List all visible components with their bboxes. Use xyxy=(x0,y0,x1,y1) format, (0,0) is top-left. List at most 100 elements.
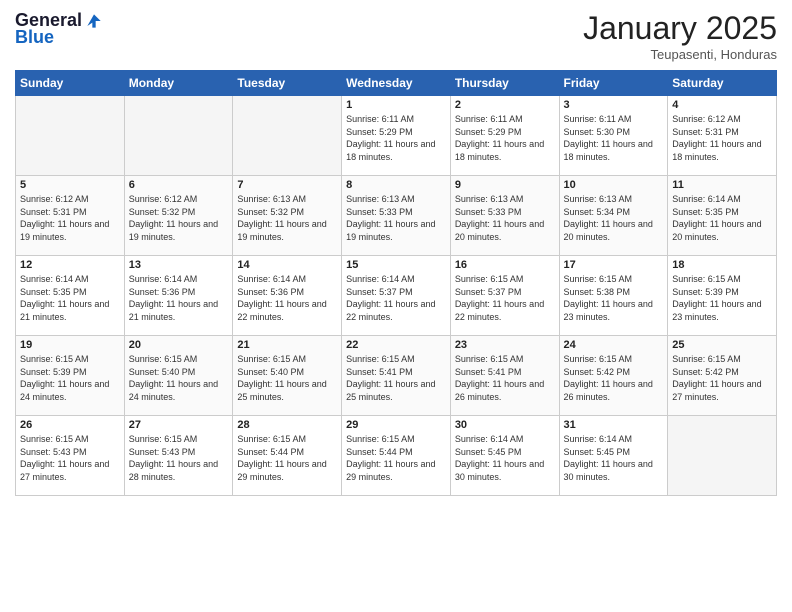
day-info: Sunrise: 6:11 AMSunset: 5:29 PMDaylight:… xyxy=(346,113,446,163)
day-number: 3 xyxy=(564,99,664,111)
day-number: 13 xyxy=(129,259,229,271)
day-number: 12 xyxy=(20,259,120,271)
day-cell: 9 Sunrise: 6:13 AMSunset: 5:33 PMDaylight… xyxy=(450,176,559,256)
day-number: 4 xyxy=(672,99,772,111)
day-info: Sunrise: 6:13 AMSunset: 5:33 PMDaylight:… xyxy=(346,193,446,243)
day-info: Sunrise: 6:11 AMSunset: 5:30 PMDaylight:… xyxy=(564,113,664,163)
week-row-5: 26 Sunrise: 6:15 AMSunset: 5:43 PMDayligh… xyxy=(16,416,777,496)
day-number: 14 xyxy=(237,259,337,271)
day-info: Sunrise: 6:14 AMSunset: 5:36 PMDaylight:… xyxy=(129,273,229,323)
day-cell: 8 Sunrise: 6:13 AMSunset: 5:33 PMDaylight… xyxy=(342,176,451,256)
day-cell: 3 Sunrise: 6:11 AMSunset: 5:30 PMDaylight… xyxy=(559,96,668,176)
day-cell: 24 Sunrise: 6:15 AMSunset: 5:42 PMDayligh… xyxy=(559,336,668,416)
logo-icon xyxy=(84,11,104,31)
day-info: Sunrise: 6:14 AMSunset: 5:35 PMDaylight:… xyxy=(672,193,772,243)
day-cell: 19Sunrise: 6:15 AMSunset: 5:39 PMDayligh… xyxy=(16,336,125,416)
day-cell: 31Sunrise: 6:14 AMSunset: 5:45 PMDayligh… xyxy=(559,416,668,496)
day-cell: 29 Sunrise: 6:15 AMSunset: 5:44 PMDayligh… xyxy=(342,416,451,496)
day-info: Sunrise: 6:12 AMSunset: 5:32 PMDaylight:… xyxy=(129,193,229,243)
day-number: 10 xyxy=(564,179,664,191)
day-cell: 30 Sunrise: 6:14 AMSunset: 5:45 PMDayligh… xyxy=(450,416,559,496)
day-number: 7 xyxy=(237,179,337,191)
day-info: Sunrise: 6:13 AMSunset: 5:33 PMDaylight:… xyxy=(455,193,555,243)
week-row-2: 5 Sunrise: 6:12 AMSunset: 5:31 PMDaylight… xyxy=(16,176,777,256)
day-info: Sunrise: 6:14 AMSunset: 5:45 PMDaylight:… xyxy=(455,433,555,483)
day-number: 5 xyxy=(20,179,120,191)
day-info: Sunrise: 6:14 AMSunset: 5:36 PMDaylight:… xyxy=(237,273,337,323)
day-number: 29 xyxy=(346,419,446,431)
day-info: Sunrise: 6:15 AMSunset: 5:44 PMDaylight:… xyxy=(237,433,337,483)
month-title: January 2025 xyxy=(583,10,777,47)
day-number: 11 xyxy=(672,179,772,191)
day-number: 9 xyxy=(455,179,555,191)
day-cell: 12Sunrise: 6:14 AMSunset: 5:35 PMDayligh… xyxy=(16,256,125,336)
day-cell: 4 Sunrise: 6:12 AMSunset: 5:31 PMDaylight… xyxy=(668,96,777,176)
location: Teupasenti, Honduras xyxy=(583,47,777,62)
day-cell: 13 Sunrise: 6:14 AMSunset: 5:36 PMDayligh… xyxy=(124,256,233,336)
day-info: Sunrise: 6:13 AMSunset: 5:32 PMDaylight:… xyxy=(237,193,337,243)
day-number: 6 xyxy=(129,179,229,191)
day-info: Sunrise: 6:15 AMSunset: 5:40 PMDaylight:… xyxy=(237,353,337,403)
day-cell: 7 Sunrise: 6:13 AMSunset: 5:32 PMDaylight… xyxy=(233,176,342,256)
day-number: 19 xyxy=(20,339,120,351)
day-info: Sunrise: 6:15 AMSunset: 5:41 PMDaylight:… xyxy=(455,353,555,403)
week-row-1: 1Sunrise: 6:11 AMSunset: 5:29 PMDaylight… xyxy=(16,96,777,176)
day-info: Sunrise: 6:11 AMSunset: 5:29 PMDaylight:… xyxy=(455,113,555,163)
day-number: 31 xyxy=(564,419,664,431)
day-number: 22 xyxy=(346,339,446,351)
day-cell: 18Sunrise: 6:15 AMSunset: 5:39 PMDayligh… xyxy=(668,256,777,336)
day-info: Sunrise: 6:15 AMSunset: 5:42 PMDaylight:… xyxy=(564,353,664,403)
day-number: 30 xyxy=(455,419,555,431)
day-cell xyxy=(16,96,125,176)
day-info: Sunrise: 6:15 AMSunset: 5:44 PMDaylight:… xyxy=(346,433,446,483)
calendar: SundayMondayTuesdayWednesdayThursdayFrid… xyxy=(15,70,777,496)
day-info: Sunrise: 6:13 AMSunset: 5:34 PMDaylight:… xyxy=(564,193,664,243)
day-info: Sunrise: 6:15 AMSunset: 5:40 PMDaylight:… xyxy=(129,353,229,403)
weekday-header-row: SundayMondayTuesdayWednesdayThursdayFrid… xyxy=(16,71,777,96)
weekday-header-thursday: Thursday xyxy=(450,71,559,96)
day-cell: 2 Sunrise: 6:11 AMSunset: 5:29 PMDaylight… xyxy=(450,96,559,176)
weekday-header-saturday: Saturday xyxy=(668,71,777,96)
weekday-header-friday: Friday xyxy=(559,71,668,96)
day-info: Sunrise: 6:15 AMSunset: 5:41 PMDaylight:… xyxy=(346,353,446,403)
weekday-header-tuesday: Tuesday xyxy=(233,71,342,96)
day-cell: 28 Sunrise: 6:15 AMSunset: 5:44 PMDayligh… xyxy=(233,416,342,496)
day-info: Sunrise: 6:15 AMSunset: 5:39 PMDaylight:… xyxy=(672,273,772,323)
day-info: Sunrise: 6:15 AMSunset: 5:43 PMDaylight:… xyxy=(129,433,229,483)
day-info: Sunrise: 6:12 AMSunset: 5:31 PMDaylight:… xyxy=(20,193,120,243)
day-info: Sunrise: 6:15 AMSunset: 5:43 PMDaylight:… xyxy=(20,433,120,483)
day-cell: 26 Sunrise: 6:15 AMSunset: 5:43 PMDayligh… xyxy=(16,416,125,496)
day-cell: 6 Sunrise: 6:12 AMSunset: 5:32 PMDaylight… xyxy=(124,176,233,256)
day-number: 26 xyxy=(20,419,120,431)
day-cell: 15Sunrise: 6:14 AMSunset: 5:37 PMDayligh… xyxy=(342,256,451,336)
day-number: 8 xyxy=(346,179,446,191)
day-info: Sunrise: 6:14 AMSunset: 5:37 PMDaylight:… xyxy=(346,273,446,323)
day-info: Sunrise: 6:12 AMSunset: 5:31 PMDaylight:… xyxy=(672,113,772,163)
day-cell: 5 Sunrise: 6:12 AMSunset: 5:31 PMDaylight… xyxy=(16,176,125,256)
weekday-header-wednesday: Wednesday xyxy=(342,71,451,96)
day-cell: 20 Sunrise: 6:15 AMSunset: 5:40 PMDayligh… xyxy=(124,336,233,416)
day-cell xyxy=(233,96,342,176)
day-cell: 17Sunrise: 6:15 AMSunset: 5:38 PMDayligh… xyxy=(559,256,668,336)
day-cell: 27Sunrise: 6:15 AMSunset: 5:43 PMDayligh… xyxy=(124,416,233,496)
day-number: 16 xyxy=(455,259,555,271)
day-number: 2 xyxy=(455,99,555,111)
day-cell: 11 Sunrise: 6:14 AMSunset: 5:35 PMDayligh… xyxy=(668,176,777,256)
logo: General Blue xyxy=(15,10,104,48)
day-info: Sunrise: 6:15 AMSunset: 5:38 PMDaylight:… xyxy=(564,273,664,323)
day-info: Sunrise: 6:15 AMSunset: 5:37 PMDaylight:… xyxy=(455,273,555,323)
day-number: 24 xyxy=(564,339,664,351)
day-number: 28 xyxy=(237,419,337,431)
day-cell: 16 Sunrise: 6:15 AMSunset: 5:37 PMDayligh… xyxy=(450,256,559,336)
day-cell: 21 Sunrise: 6:15 AMSunset: 5:40 PMDayligh… xyxy=(233,336,342,416)
weekday-header-sunday: Sunday xyxy=(16,71,125,96)
day-number: 25 xyxy=(672,339,772,351)
day-cell: 22 Sunrise: 6:15 AMSunset: 5:41 PMDayligh… xyxy=(342,336,451,416)
day-cell xyxy=(124,96,233,176)
title-area: January 2025 Teupasenti, Honduras xyxy=(583,10,777,62)
week-row-4: 19Sunrise: 6:15 AMSunset: 5:39 PMDayligh… xyxy=(16,336,777,416)
day-number: 21 xyxy=(237,339,337,351)
day-cell: 10 Sunrise: 6:13 AMSunset: 5:34 PMDayligh… xyxy=(559,176,668,256)
day-number: 20 xyxy=(129,339,229,351)
logo-blue: Blue xyxy=(15,27,54,48)
